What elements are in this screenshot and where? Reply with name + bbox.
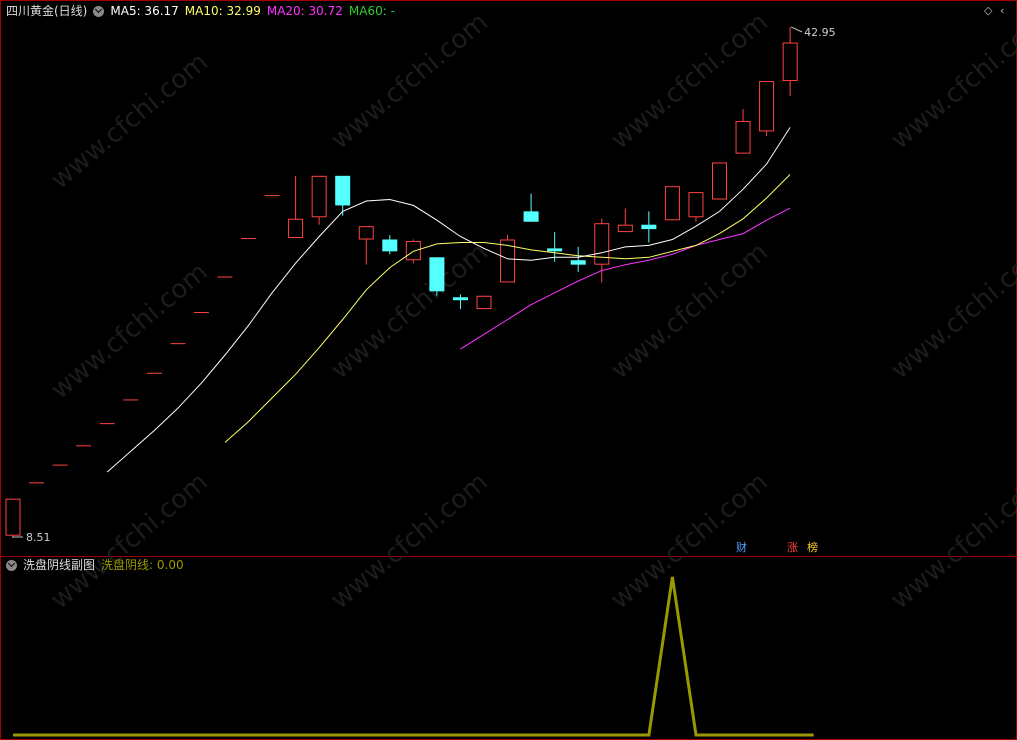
badge-cai[interactable]: 财 <box>735 541 748 554</box>
candle-body <box>241 238 256 240</box>
candle-body <box>288 218 304 239</box>
watermark-text: www.cfchi.com <box>325 7 494 155</box>
candle-body <box>641 224 657 230</box>
watermark-text: www.cfchi.com <box>885 7 1017 155</box>
high-label: 42.95 <box>804 26 836 39</box>
candle-body <box>146 372 162 374</box>
chart-canvas[interactable]: www.cfchi.com www.cfchi.com www.cfchi.com w… <box>0 0 1017 740</box>
candle-body <box>264 195 280 197</box>
candle-body <box>570 260 586 265</box>
candle-body <box>452 297 468 301</box>
ma5-label: MA5: 36.17 <box>110 4 179 18</box>
watermark-text: www.cfchi.com <box>45 467 214 615</box>
candle-body <box>358 226 374 240</box>
candle-body <box>311 175 327 218</box>
candle-body <box>617 224 633 233</box>
candle-body <box>29 482 45 484</box>
candle-body <box>712 162 727 200</box>
watermark-text: www.cfchi.com <box>325 467 494 615</box>
sub-series-line <box>13 576 814 737</box>
candle-body <box>5 498 21 536</box>
candle-body <box>735 121 751 154</box>
candle-body <box>759 81 775 132</box>
watermark-text: www.cfchi.com <box>605 467 774 615</box>
candle-body <box>429 257 445 292</box>
candle-body <box>123 399 139 401</box>
main-legend: 四川黄金(日线) MA5: 36.17 MA10: 32.99 MA20: 30… <box>6 3 401 19</box>
low-label: 8.51 <box>26 531 51 544</box>
candle-body <box>688 192 704 218</box>
chart-title[interactable]: 四川黄金(日线) <box>6 3 87 19</box>
candle-body <box>335 175 351 206</box>
candle-body <box>405 240 421 261</box>
candle-body <box>52 464 68 466</box>
chevron-down-icon[interactable] <box>93 5 105 17</box>
candle-body <box>382 239 398 252</box>
ma10-label: MA10: 32.99 <box>184 4 261 18</box>
chevron-down-icon[interactable] <box>6 559 17 571</box>
watermark-text: www.cfchi.com <box>885 467 1017 615</box>
candle-body <box>476 295 492 310</box>
candle-body <box>782 42 798 82</box>
sub-chart-title[interactable]: 洗盘阴线副图 <box>23 557 95 573</box>
candle-body <box>523 211 539 222</box>
watermark-text: www.cfchi.com <box>885 237 1017 385</box>
candle-body <box>76 445 92 447</box>
candle-body <box>547 248 563 252</box>
candle-body <box>193 312 209 314</box>
ma20-label: MA20: 30.72 <box>266 4 343 18</box>
ma60-label: MA60: - <box>348 4 395 18</box>
candle-body <box>170 343 186 345</box>
candle-body <box>217 276 233 278</box>
badge-zhang[interactable]: 涨 <box>786 541 799 554</box>
candle-body <box>99 423 115 425</box>
high-marker <box>790 26 803 33</box>
chevron-left-icon[interactable]: ‹ <box>1000 4 1004 17</box>
sub-legend: 洗盘阴线副图 洗盘阴线: 0.00 <box>6 557 190 573</box>
diamond-icon[interactable]: ◇ <box>984 4 992 17</box>
watermark-text: www.cfchi.com <box>45 257 214 405</box>
watermark-text: www.cfchi.com <box>45 47 214 195</box>
badge-bang[interactable]: 榜 <box>806 541 819 554</box>
candle-body <box>664 186 680 221</box>
watermark-text: www.cfchi.com <box>605 237 774 385</box>
sub-series-label: 洗盘阴线: 0.00 <box>101 558 184 572</box>
